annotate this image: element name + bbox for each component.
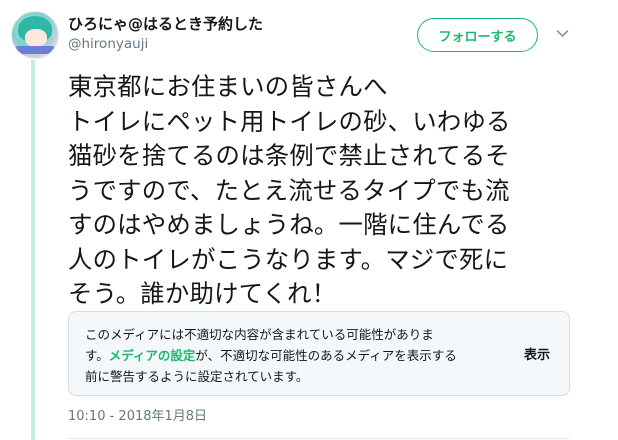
warning-line-3: 前に警告するように設定されています。 bbox=[85, 369, 309, 384]
warning-line-2: す。メディアの設定が、不適切な可能性のあるメディアを表示する bbox=[85, 345, 525, 366]
display-name[interactable]: ひろにゃ@はるとき予約した bbox=[68, 13, 263, 34]
tweet-text: 東京都にお住まいの皆さんへ トイレにペット用トイレの砂、いわゆる 猫砂を捨てるの… bbox=[68, 70, 568, 312]
warning-line-2-prefix: す。 bbox=[85, 348, 109, 363]
divider bbox=[68, 438, 570, 439]
avatar-banner bbox=[16, 46, 54, 54]
tweet-line: そう。誰か助けてくれ！ bbox=[68, 279, 337, 308]
user-handle[interactable]: @hironyauji bbox=[68, 36, 148, 52]
media-settings-link[interactable]: メディアの設定 bbox=[109, 348, 196, 363]
sensitive-media-warning: このメディアには不適切な内容が含まれている可能性がありま す。メディアの設定が、… bbox=[68, 311, 570, 396]
thread-line bbox=[31, 60, 35, 440]
user-avatar[interactable] bbox=[11, 11, 59, 59]
tweet-line: うですので、たとえ流せるタイプでも流 bbox=[68, 175, 510, 205]
warning-text: このメディアには不適切な内容が含まれている可能性がありま す。メディアの設定が、… bbox=[85, 324, 525, 387]
tweet-line: 猫砂を捨てるのは条例で禁止されてるそ bbox=[68, 141, 510, 170]
chevron-down-icon[interactable] bbox=[556, 27, 569, 40]
show-media-button[interactable]: 表示 bbox=[524, 344, 550, 363]
tweet-line: トイレにペット用トイレの砂、いわゆる bbox=[68, 106, 511, 136]
tweet-line: 人のトイレがこうなります。マジで死に bbox=[68, 244, 509, 274]
avatar-face bbox=[25, 29, 47, 47]
tweet-line: すのはやめましょうね。一階に住んでる bbox=[68, 210, 510, 239]
tweet-line: 東京都にお住まいの皆さんへ bbox=[68, 72, 388, 101]
tweet-timestamp[interactable]: 10:10 - 2018年1月8日 bbox=[68, 405, 207, 424]
follow-button[interactable]: フォローする bbox=[417, 18, 538, 52]
warning-line-1: このメディアには不適切な内容が含まれている可能性がありま bbox=[85, 327, 434, 342]
warning-line-2-suffix: が、不適切な可能性のあるメディアを表示する bbox=[195, 348, 457, 363]
